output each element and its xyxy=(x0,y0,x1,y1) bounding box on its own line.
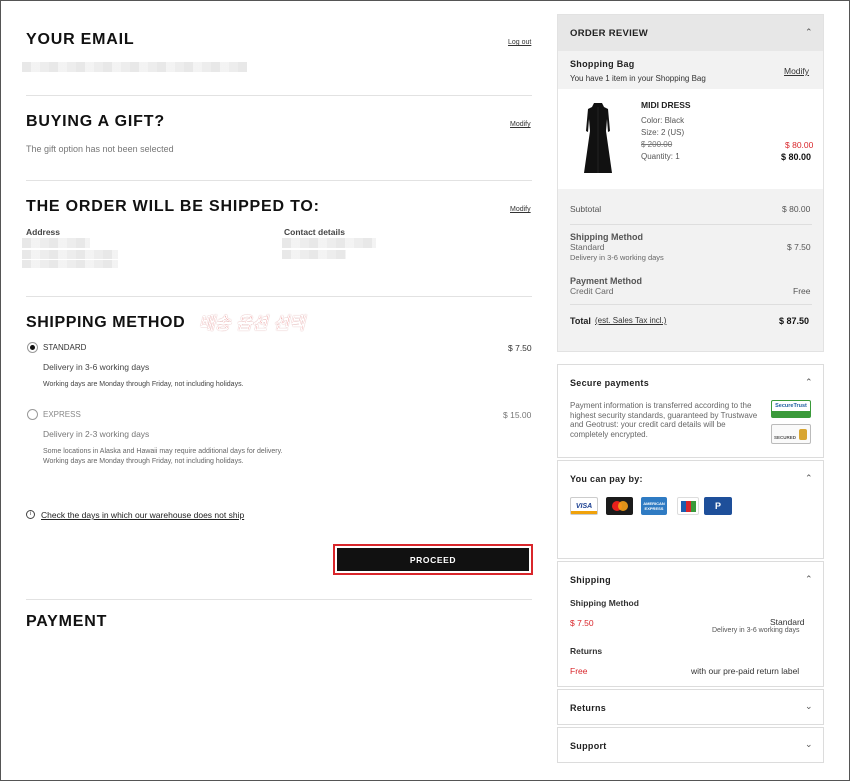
chevron-up-icon[interactable]: ⌃ xyxy=(805,27,813,38)
bag-item: MIDI DRESS Color: Black Size: 2 (US) $ 2… xyxy=(558,89,823,189)
shipping-panel: Shipping ⌃ Shipping Method $ 7.50 Standa… xyxy=(557,561,824,687)
secure-title: Secure payments xyxy=(570,378,650,388)
pay-by-title: You can pay by: xyxy=(570,474,643,484)
gift-status: The gift option has not been selected xyxy=(26,144,174,154)
jcb-icon xyxy=(677,497,699,515)
email-title: YOUR EMAIL xyxy=(26,31,135,48)
item-size: Size: 2 (US) xyxy=(641,128,685,137)
chevron-down-icon[interactable]: ⌄ xyxy=(805,701,813,712)
shipping-price: $ 7.50 xyxy=(570,618,594,628)
bag-count: You have 1 item in your Shopping Bag xyxy=(570,74,706,83)
support-panel-title: Support xyxy=(570,741,607,751)
contact-label: Contact details xyxy=(284,227,345,237)
visa-icon: VISA xyxy=(570,497,598,515)
tax-link[interactable]: (est. Sales Tax incl.) xyxy=(595,316,666,325)
warehouse-days-link[interactable]: Check the days in which our warehouse do… xyxy=(41,510,244,520)
shipping-panel-title: Shipping xyxy=(570,575,611,585)
item-quantity: Quantity: 1 xyxy=(641,152,680,161)
payment-value: Free xyxy=(793,286,811,296)
gift-modify-link[interactable]: Modify xyxy=(510,121,531,128)
address-modify-link[interactable]: Modify xyxy=(510,206,531,213)
badge-text: SecureTrust xyxy=(775,403,807,409)
returns-panel-title: Returns xyxy=(570,703,607,713)
badge-text: SECURED xyxy=(774,435,797,440)
proceed-button[interactable]: PROCEED xyxy=(337,548,529,571)
address-redacted xyxy=(22,260,118,268)
contact-redacted xyxy=(282,250,346,259)
radio-express[interactable] xyxy=(27,409,38,420)
paypal-icon: P xyxy=(704,497,732,515)
shipping-delivery: Delivery in 3-6 working days xyxy=(712,627,800,634)
shipping-name: Standard xyxy=(770,617,805,627)
address-redacted xyxy=(22,250,118,259)
divider xyxy=(26,180,532,181)
chevron-up-icon[interactable]: ⌃ xyxy=(805,473,813,484)
option-delivery: Delivery in 3-6 working days xyxy=(43,362,150,372)
bag-title: Shopping Bag xyxy=(570,59,635,69)
option-note: Working days are Monday through Friday, … xyxy=(43,381,244,388)
radio-standard[interactable] xyxy=(27,342,38,353)
divider xyxy=(570,304,812,305)
shipping-method-title: SHIPPING METHOD xyxy=(26,314,186,331)
geotrust-badge: SECURED xyxy=(771,424,811,444)
order-review-header[interactable]: ORDER REVIEW ⌃ xyxy=(558,15,823,51)
chevron-up-icon[interactable]: ⌃ xyxy=(805,574,813,585)
chevron-up-icon[interactable]: ⌃ xyxy=(805,377,813,388)
order-review-title: ORDER REVIEW xyxy=(570,28,649,39)
payment-label: Payment Method xyxy=(570,276,643,286)
shipping-label: Shipping Method xyxy=(570,232,643,242)
divider xyxy=(26,95,532,96)
address-label: Address xyxy=(26,227,61,237)
secure-text: Payment information is transferred accor… xyxy=(570,401,758,439)
item-color: Color: Black xyxy=(641,116,685,125)
dress-image xyxy=(584,103,612,173)
gift-title: BUYING A GIFT? xyxy=(26,113,165,130)
address-redacted xyxy=(22,238,90,248)
divider xyxy=(26,296,532,297)
logout-link[interactable]: Log out xyxy=(508,39,531,46)
option-price: $ 15.00 xyxy=(503,410,532,420)
bag-modify-link[interactable]: Modify xyxy=(784,66,809,76)
option-name: EXPRESS xyxy=(43,410,81,419)
order-review-panel: ORDER REVIEW ⌃ Shopping Bag You have 1 i… xyxy=(557,14,824,352)
option-note: Working days are Monday through Friday, … xyxy=(43,458,244,465)
proceed-highlight: PROCEED xyxy=(333,544,533,575)
securetrust-badge: SecureTrust xyxy=(771,400,811,418)
shipping-value: $ 7.50 xyxy=(787,242,811,252)
total-label: Total xyxy=(570,316,591,326)
total-value: $ 87.50 xyxy=(779,316,810,326)
payment-name: Credit Card xyxy=(570,286,614,296)
info-icon: i xyxy=(26,510,35,519)
returns-price: Free xyxy=(570,666,588,676)
shipping-name: Standard xyxy=(570,242,605,252)
returns-label: Returns xyxy=(570,646,603,656)
returns-text: with our pre-paid return label xyxy=(691,666,800,676)
annotation-label: 배송 옵션 선택 xyxy=(199,314,305,335)
item-sale-price: $ 80.00 xyxy=(785,140,814,150)
returns-panel[interactable]: Returns ⌄ xyxy=(557,689,824,725)
email-value-redacted xyxy=(22,62,247,72)
secure-payments-panel: Secure payments ⌃ Payment information is… xyxy=(557,364,824,458)
support-panel[interactable]: Support ⌄ xyxy=(557,727,824,763)
option-note: Some locations in Alaska and Hawaii may … xyxy=(43,448,283,455)
option-delivery: Delivery in 2-3 working days xyxy=(43,429,150,439)
divider xyxy=(26,599,532,600)
item-total-price: $ 80.00 xyxy=(781,152,812,162)
shipping-delivery: Delivery in 3-6 working days xyxy=(570,253,664,262)
contact-redacted xyxy=(282,238,376,248)
subtotal-value: $ 80.00 xyxy=(782,204,811,214)
item-original-price: $ 200.00 xyxy=(641,140,673,149)
option-price: $ 7.50 xyxy=(508,343,532,353)
pay-by-panel: You can pay by: ⌃ VISA AMERICAN EXPRESS … xyxy=(557,460,824,559)
divider xyxy=(570,224,812,225)
subtotal-label: Subtotal xyxy=(570,204,602,214)
option-name: STANDARD xyxy=(43,343,87,352)
mastercard-icon xyxy=(606,497,633,515)
payment-title: PAYMENT xyxy=(26,613,108,630)
amex-icon: AMERICAN EXPRESS xyxy=(641,497,667,515)
chevron-down-icon[interactable]: ⌄ xyxy=(805,739,813,750)
shipped-to-title: THE ORDER WILL BE SHIPPED TO: xyxy=(26,198,320,215)
shipping-method-label: Shipping Method xyxy=(570,598,639,608)
item-name: MIDI DRESS xyxy=(641,100,691,110)
